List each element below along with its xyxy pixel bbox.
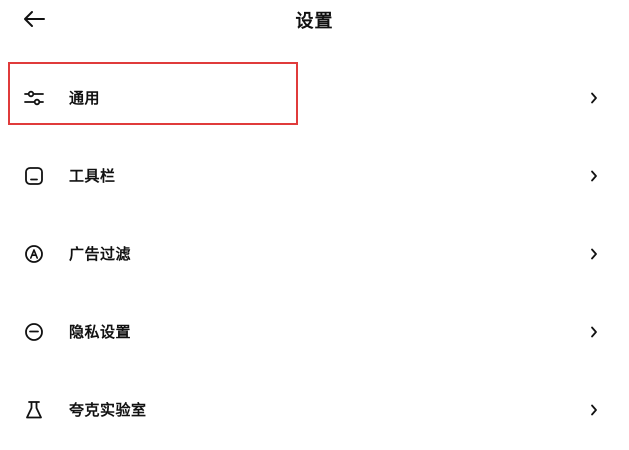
menu-item-label: 夸克实验室 bbox=[69, 401, 147, 419]
lab-flask-icon bbox=[23, 398, 45, 422]
top-bar: 设置 bbox=[0, 0, 629, 40]
chevron-right-icon bbox=[588, 168, 600, 184]
menu-item-privacy[interactable]: 隐私设置 bbox=[0, 294, 629, 372]
page-title: 设置 bbox=[295, 11, 334, 32]
chevron-right-icon bbox=[588, 402, 600, 418]
menu-item-general[interactable]: 通用 bbox=[0, 60, 629, 138]
chevron-right-icon bbox=[588, 324, 600, 340]
menu-item-label: 通用 bbox=[69, 89, 101, 107]
ad-block-icon bbox=[23, 242, 45, 266]
toolbar-icon bbox=[23, 164, 45, 188]
menu-item-label: 广告过滤 bbox=[69, 245, 132, 263]
chevron-right-icon bbox=[588, 246, 600, 262]
menu-item-label: 隐私设置 bbox=[69, 323, 132, 341]
menu-item-lab[interactable]: 夸克实验室 bbox=[0, 372, 629, 450]
menu-item-label: 工具栏 bbox=[69, 167, 116, 185]
menu-item-ad-filter[interactable]: 广告过滤 bbox=[0, 216, 629, 294]
chevron-right-icon bbox=[588, 90, 600, 106]
privacy-mask-icon bbox=[23, 320, 45, 344]
settings-menu: 通用 工具栏 广告过滤 隐私设置 夸克实验室 bbox=[0, 60, 629, 450]
menu-item-toolbar[interactable]: 工具栏 bbox=[0, 138, 629, 216]
sliders-icon bbox=[23, 86, 45, 110]
